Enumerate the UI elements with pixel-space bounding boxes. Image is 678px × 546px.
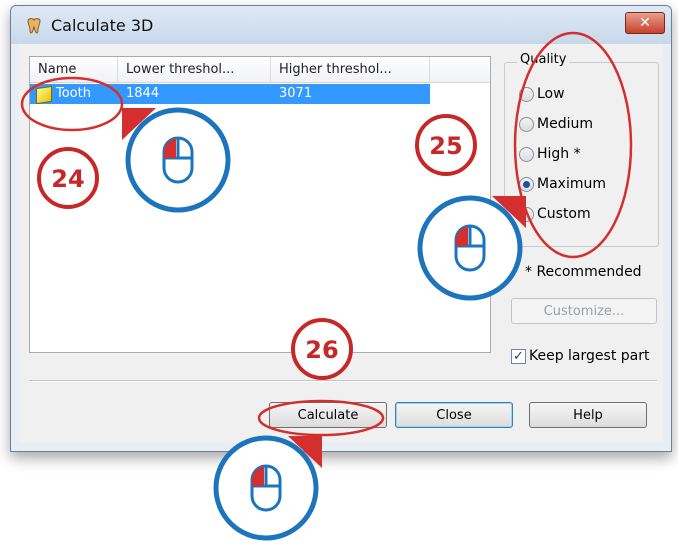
tutorial-annotations: 24 25 26 [20, 31, 633, 541]
step-25-mouse-icon [417, 195, 526, 301]
svg-text:26: 26 [305, 336, 338, 364]
step-25-badge: 25 [415, 114, 477, 176]
highlight-calculate-ellipse [257, 399, 385, 437]
step-24-mouse-icon [122, 107, 231, 213]
step-26-badge: 26 [291, 318, 353, 380]
step-24-badge: 24 [37, 147, 99, 209]
highlight-tooth-ellipse [20, 76, 124, 132]
highlight-quality-ellipse [513, 31, 633, 259]
step-26-mouse-icon [213, 435, 322, 541]
svg-text:25: 25 [429, 132, 462, 160]
svg-text:24: 24 [51, 165, 84, 193]
